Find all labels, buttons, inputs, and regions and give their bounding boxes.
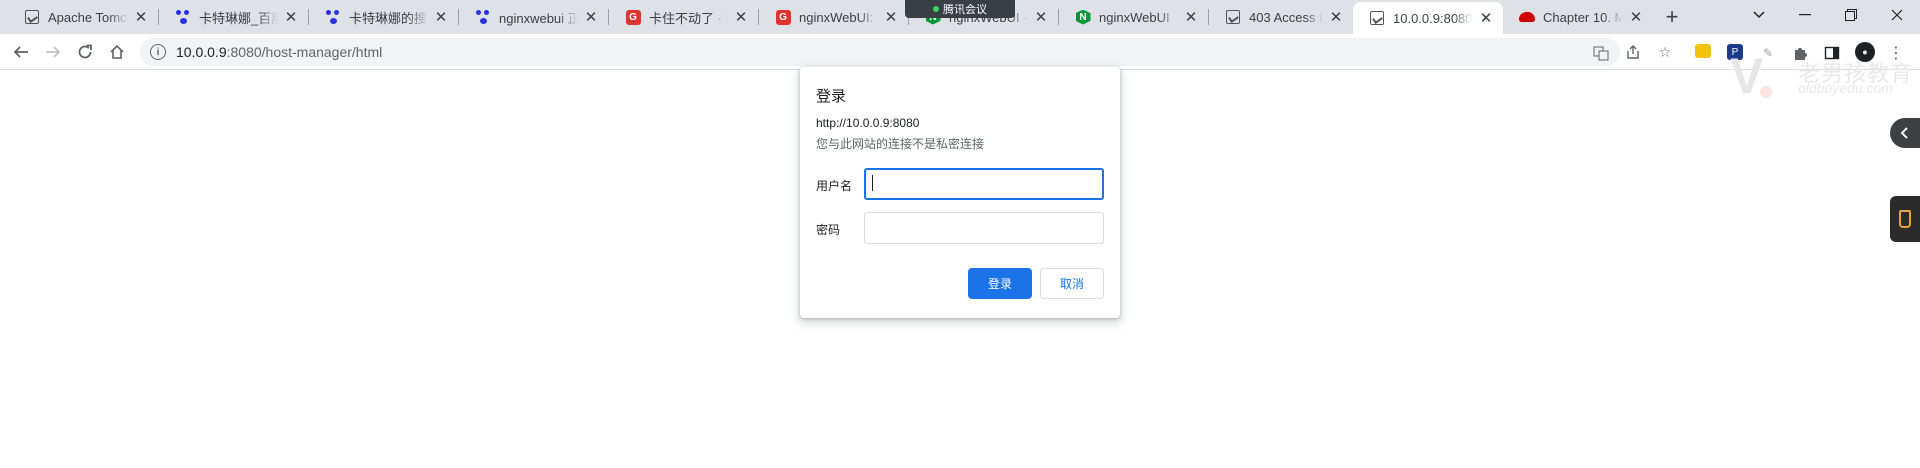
close-icon[interactable]: ✕ [732, 8, 750, 26]
tab-title: nginxWebUI [1099, 9, 1170, 25]
tab-search-button[interactable] [1736, 0, 1782, 30]
tab-title: 卡特琳娜_百度搜索 [199, 10, 278, 26]
sign-in-dialog: 登录 http://10.0.0.9:8080 您与此网站的连接不是私密连接 用… [800, 67, 1120, 318]
gitee-icon: G [625, 9, 641, 25]
cancel-button[interactable]: 取消 [1040, 268, 1104, 299]
back-button[interactable] [6, 37, 36, 67]
tab-nginxwebui-2[interactable]: N nginxWebUI ✕ [1059, 0, 1209, 34]
dialog-title: 登录 [816, 88, 847, 105]
tab-strip: Apache Tomcat ✕ 卡特琳娜_百度搜索 ✕ 卡特琳娜的搜索 ✕ ng… [0, 0, 1920, 34]
baidu-paw-icon [325, 9, 341, 25]
close-icon[interactable]: ✕ [1032, 8, 1050, 26]
close-icon[interactable]: ✕ [1477, 9, 1495, 27]
minimize-icon [1799, 14, 1811, 16]
restore-icon [1845, 9, 1857, 21]
close-icon[interactable]: ✕ [1182, 8, 1200, 26]
close-icon[interactable]: ✕ [582, 8, 600, 26]
tab-title: 卡住不动了 · Iss [649, 10, 728, 26]
tab-title: nginxWebUI: n [799, 9, 878, 25]
watermark-en-text: oldboyedu.com [1798, 80, 1893, 96]
new-tab-button[interactable]: + [1659, 4, 1685, 30]
side-widget-button[interactable] [1890, 196, 1920, 242]
password-input[interactable] [864, 212, 1104, 244]
baidu-paw-icon [475, 9, 491, 25]
translate-icon[interactable] [1592, 44, 1610, 62]
chevron-left-icon [1900, 127, 1908, 139]
meeting-label: 腾讯会议 [943, 4, 987, 16]
close-icon[interactable]: ✕ [882, 8, 900, 26]
dialog-origin: http://10.0.0.9:8080 [816, 116, 920, 130]
tab-403-access-denied[interactable]: 403 Access De ✕ [1209, 0, 1353, 34]
url-text[interactable]: 10.0.0.9:8080/host-manager/html [176, 44, 382, 60]
bookmark-star-icon[interactable]: ☆ [1656, 43, 1674, 61]
text-caret [872, 175, 873, 191]
tab-apache-tomcat[interactable]: Apache Tomcat ✕ [8, 0, 159, 34]
tab-title: nginxwebui 正 [499, 10, 578, 26]
tab-chapter-10[interactable]: Chapter 10. Mu ✕ [1503, 0, 1653, 34]
tomcat-icon [1369, 10, 1385, 26]
address-bar[interactable]: i 10.0.0.9:8080/host-manager/html [140, 38, 1620, 66]
cup-icon [1899, 210, 1911, 228]
password-label: 密码 [816, 223, 841, 237]
tab-title: Apache Tomcat [48, 9, 128, 25]
close-icon[interactable]: ✕ [432, 8, 450, 26]
username-label: 用户名 [816, 179, 853, 193]
site-info-icon[interactable]: i [150, 44, 166, 60]
nginx-icon: N [1075, 9, 1091, 25]
recording-dot-icon [933, 6, 939, 12]
url-host: 10.0.0.9 [176, 44, 227, 60]
tab-title: 403 Access De [1249, 9, 1323, 25]
tab-baidu-search-2[interactable]: 卡特琳娜的搜索 ✕ [309, 0, 459, 34]
home-icon [110, 44, 124, 59]
dialog-connection-warning: 您与此网站的连接不是私密连接 [816, 137, 985, 151]
forward-button[interactable] [38, 37, 68, 67]
tab-gitee-nginxwebui[interactable]: G nginxWebUI: n ✕ [759, 0, 909, 34]
meeting-overlay[interactable]: 腾讯会议 [905, 0, 1015, 18]
close-icon[interactable]: ✕ [1327, 8, 1345, 26]
arrow-left-icon [13, 46, 28, 58]
restore-button[interactable] [1828, 0, 1874, 30]
close-icon[interactable]: ✕ [132, 8, 150, 26]
tab-title: Chapter 10. Mu [1543, 9, 1623, 25]
tab-baidu-search-1[interactable]: 卡特琳娜_百度搜索 ✕ [159, 0, 309, 34]
share-icon[interactable] [1624, 43, 1642, 61]
watermark-dot-icon [1760, 86, 1772, 98]
close-window-button[interactable] [1874, 0, 1920, 30]
tab-title: 10.0.0.9:8080/h [1393, 10, 1473, 26]
login-button[interactable]: 登录 [968, 268, 1032, 299]
gitee-icon: G [775, 9, 791, 25]
tab-title: 卡特琳娜的搜索 [349, 10, 428, 26]
extension-yellow-icon[interactable] [1695, 44, 1711, 58]
close-icon [1891, 9, 1903, 21]
username-input[interactable] [864, 168, 1104, 200]
url-path: :8080/host-manager/html [226, 44, 383, 60]
baidu-paw-icon [175, 9, 191, 25]
home-button[interactable] [102, 37, 132, 67]
reload-button[interactable] [70, 37, 100, 67]
close-icon[interactable]: ✕ [282, 8, 300, 26]
tab-gitee-issue[interactable]: G 卡住不动了 · Iss ✕ [609, 0, 759, 34]
close-icon[interactable]: ✕ [1627, 8, 1645, 26]
side-expand-button[interactable] [1890, 118, 1920, 148]
tomcat-icon [24, 9, 40, 25]
reload-icon [78, 44, 92, 59]
chevron-down-icon [1753, 11, 1765, 19]
tab-baidu-search-3[interactable]: nginxwebui 正 ✕ [459, 0, 609, 34]
arrow-right-icon [46, 46, 61, 58]
browser-toolbar: i 10.0.0.9:8080/host-manager/html ☆ P ✎ … [0, 34, 1920, 70]
redhat-icon [1519, 9, 1535, 25]
tab-host-manager-active[interactable]: 10.0.0.9:8080/h ✕ [1353, 2, 1503, 34]
minimize-button[interactable] [1782, 0, 1828, 30]
tomcat-icon [1225, 9, 1241, 25]
